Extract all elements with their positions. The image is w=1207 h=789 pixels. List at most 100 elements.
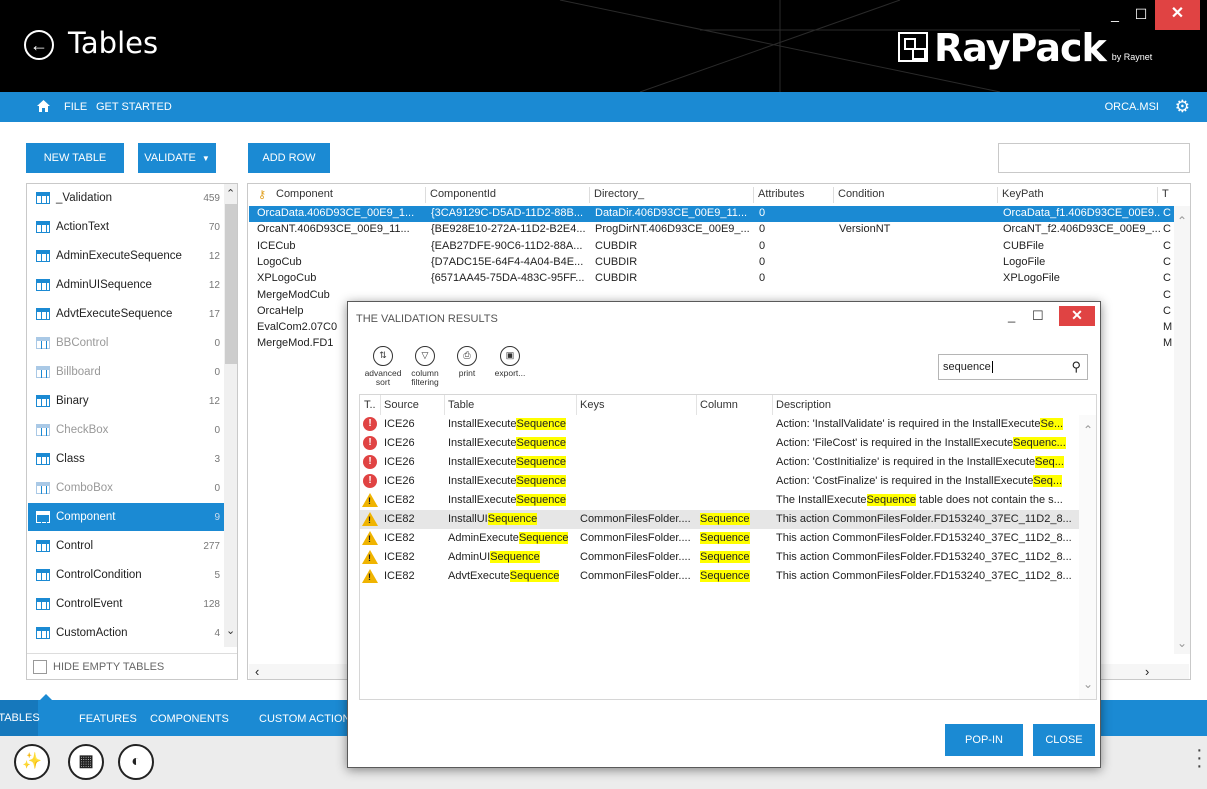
window-maximize-button[interactable]: ☐ xyxy=(1128,0,1154,30)
scroll-up-icon[interactable]: ⌃ xyxy=(1177,214,1187,228)
result-row[interactable]: ! ICE82 AdvtExecuteSequence CommonFilesFold… xyxy=(360,567,1079,586)
result-row[interactable]: ! ICE26 InstallExecuteSequence Action: 'Fil… xyxy=(360,434,1079,453)
more-icon[interactable]: · · · xyxy=(1196,740,1203,776)
scroll-down-icon[interactable]: ⌄ xyxy=(1177,636,1187,650)
export-button[interactable]: ▣ export... xyxy=(487,346,533,378)
results-column-header[interactable]: Column xyxy=(700,399,738,411)
advanced-sort-button[interactable]: ⇅ advanced sort xyxy=(360,346,406,387)
scroll-left-icon[interactable]: ‹ xyxy=(255,664,259,679)
table-search-input[interactable] xyxy=(998,143,1190,173)
table-list-item[interactable]: ComboBox 0 xyxy=(28,474,224,502)
home-icon[interactable] xyxy=(37,100,50,115)
results-search-input[interactable]: sequence ⚲ xyxy=(938,354,1088,380)
column-divider[interactable] xyxy=(425,187,426,203)
table-list-scrollbar[interactable]: ⌃ ⌄ xyxy=(224,184,237,647)
grid-cell: {D7ADC15E-64F4-4A04-B4E... xyxy=(431,255,584,268)
wand-icon[interactable]: ✨ xyxy=(14,744,50,780)
table-list-item[interactable]: AdminUISequence 12 xyxy=(28,271,224,299)
results-column-header[interactable]: T.. xyxy=(364,399,376,411)
dialog-maximize-button[interactable]: ☐ xyxy=(1032,308,1044,324)
table-list-item[interactable]: Binary 12 xyxy=(28,387,224,415)
results-column-header[interactable]: Table xyxy=(448,399,474,411)
menu-get-started[interactable]: GET STARTED xyxy=(96,101,172,113)
window-close-button[interactable]: ✕ xyxy=(1155,0,1200,30)
table-list-item[interactable]: _Validation 459 xyxy=(28,184,224,212)
column-divider[interactable] xyxy=(833,187,834,203)
new-table-button[interactable]: NEW TABLE xyxy=(26,143,124,173)
table-list-item[interactable]: AdminExecuteSequence 12 xyxy=(28,242,224,270)
grid-column-header[interactable]: T xyxy=(1162,188,1169,200)
dialog-minimize-button[interactable]: _ xyxy=(1008,308,1015,323)
column-filtering-button[interactable]: ▽ column filtering xyxy=(402,346,448,387)
table-row[interactable]: ICECub {EAB27DFE-90C6-11D2-88A... CUBDIR 0 C… xyxy=(249,239,1174,255)
table-list-item[interactable]: ControlEvent 128 xyxy=(28,590,224,618)
tab-custom-action[interactable]: CUSTOM ACTION xyxy=(259,713,350,725)
results-scrollbar[interactable]: ⌃ ⌄ xyxy=(1079,415,1096,699)
table-list-item[interactable]: AdvtExecuteSequence 17 xyxy=(28,300,224,328)
column-divider[interactable] xyxy=(772,395,773,415)
results-column-header[interactable]: Description xyxy=(776,399,831,411)
grid-column-header[interactable]: Directory_ xyxy=(594,188,644,200)
grid-column-header[interactable]: Attributes xyxy=(758,188,804,200)
result-row[interactable]: ! ICE82 AdminUISequence CommonFilesFolder..… xyxy=(360,548,1079,567)
column-divider[interactable] xyxy=(696,395,697,415)
scrollbar-thumb[interactable] xyxy=(225,204,237,364)
result-row[interactable]: ! ICE82 InstallUISequence CommonFilesFolder… xyxy=(360,510,1079,529)
scroll-down-icon[interactable]: ⌄ xyxy=(226,624,235,637)
table-row[interactable]: LogoCub {D7ADC15E-64F4-4A04-B4E... CUBDIR 0… xyxy=(249,255,1174,271)
table-view-icon[interactable]: ▦ xyxy=(68,744,104,780)
result-row[interactable]: ! ICE82 InstallExecuteSequence The InstallE… xyxy=(360,491,1079,510)
grid-column-header[interactable]: KeyPath xyxy=(1002,188,1044,200)
close-button[interactable]: CLOSE xyxy=(1033,724,1095,756)
result-row[interactable]: ! ICE26 InstallExecuteSequence Action: 'Cos… xyxy=(360,472,1079,491)
column-divider[interactable] xyxy=(997,187,998,203)
table-list-item[interactable]: Billboard 0 xyxy=(28,358,224,386)
table-list-item[interactable]: ControlCondition 5 xyxy=(28,561,224,589)
table-row[interactable]: XPLogoCub {6571AA45-75DA-483C-95FF... CUBD… xyxy=(249,271,1174,287)
column-divider[interactable] xyxy=(380,395,381,415)
tab-components[interactable]: COMPONENTS xyxy=(150,713,229,725)
table-row[interactable]: OrcaData.406D93CE_00E9_1... {3CA9129C-D5A… xyxy=(249,206,1174,222)
hide-empty-checkbox[interactable] xyxy=(33,660,47,674)
table-list-item[interactable]: BBControl 0 xyxy=(28,329,224,357)
table-row[interactable]: OrcaNT.406D93CE_00E9_11... {BE928E10-272A… xyxy=(249,222,1174,238)
grid-column-header[interactable]: Condition xyxy=(838,188,884,200)
pop-in-button[interactable]: POP-IN xyxy=(945,724,1023,756)
column-divider[interactable] xyxy=(753,187,754,203)
result-row[interactable]: ! ICE82 AdminExecuteSequence CommonFilesFol… xyxy=(360,529,1079,548)
grid-column-header[interactable]: ComponentId xyxy=(430,188,496,200)
scroll-up-icon[interactable]: ⌃ xyxy=(226,187,235,200)
gear-icon[interactable]: ⚙ xyxy=(1175,97,1190,117)
scroll-right-icon[interactable]: › xyxy=(1145,664,1149,679)
dialog-close-button[interactable]: ✕ xyxy=(1059,306,1095,326)
column-divider[interactable] xyxy=(1157,187,1158,203)
scroll-down-icon[interactable]: ⌄ xyxy=(1083,677,1093,691)
puzzle-icon[interactable]: ◐ xyxy=(118,744,154,780)
table-list-item[interactable]: CheckBox 0 xyxy=(28,416,224,444)
result-row[interactable]: ! ICE26 InstallExecuteSequence Action: 'Cos… xyxy=(360,453,1079,472)
results-column-header[interactable]: Keys xyxy=(580,399,604,411)
back-icon[interactable]: ← xyxy=(24,30,54,60)
results-column-header[interactable]: Source xyxy=(384,399,419,411)
table-list-item[interactable]: ActionText 70 xyxy=(28,213,224,241)
table-list-item[interactable]: CustomAction 4 xyxy=(28,619,224,647)
window-minimize-button[interactable]: _ xyxy=(1102,0,1128,30)
column-divider[interactable] xyxy=(444,395,445,415)
print-button[interactable]: ⎙ print xyxy=(444,346,490,378)
grid-column-header[interactable]: Component xyxy=(276,188,333,200)
add-row-button[interactable]: ADD ROW xyxy=(248,143,330,173)
column-divider[interactable] xyxy=(589,187,590,203)
tab-tables[interactable]: TABLES xyxy=(0,700,40,736)
menu-file[interactable]: FILE xyxy=(64,101,87,113)
search-icon[interactable]: ⚲ xyxy=(1071,359,1081,375)
grid-vertical-scrollbar[interactable]: ⌃ ⌄ xyxy=(1174,206,1190,654)
table-list-item[interactable]: Class 3 xyxy=(28,445,224,473)
tab-features[interactable]: FEATURES xyxy=(79,713,137,725)
column-divider[interactable] xyxy=(576,395,577,415)
table-list-item[interactable]: Component 9 xyxy=(28,503,224,531)
table-list-item[interactable]: Control 277 xyxy=(28,532,224,560)
validate-button[interactable]: VALIDATE ▼ xyxy=(138,143,216,173)
scroll-up-icon[interactable]: ⌃ xyxy=(1083,423,1093,437)
hide-empty-tables-toggle[interactable]: HIDE EMPTY TABLES xyxy=(27,653,237,679)
result-row[interactable]: ! ICE26 InstallExecuteSequence Action: 'Ins… xyxy=(360,415,1079,434)
